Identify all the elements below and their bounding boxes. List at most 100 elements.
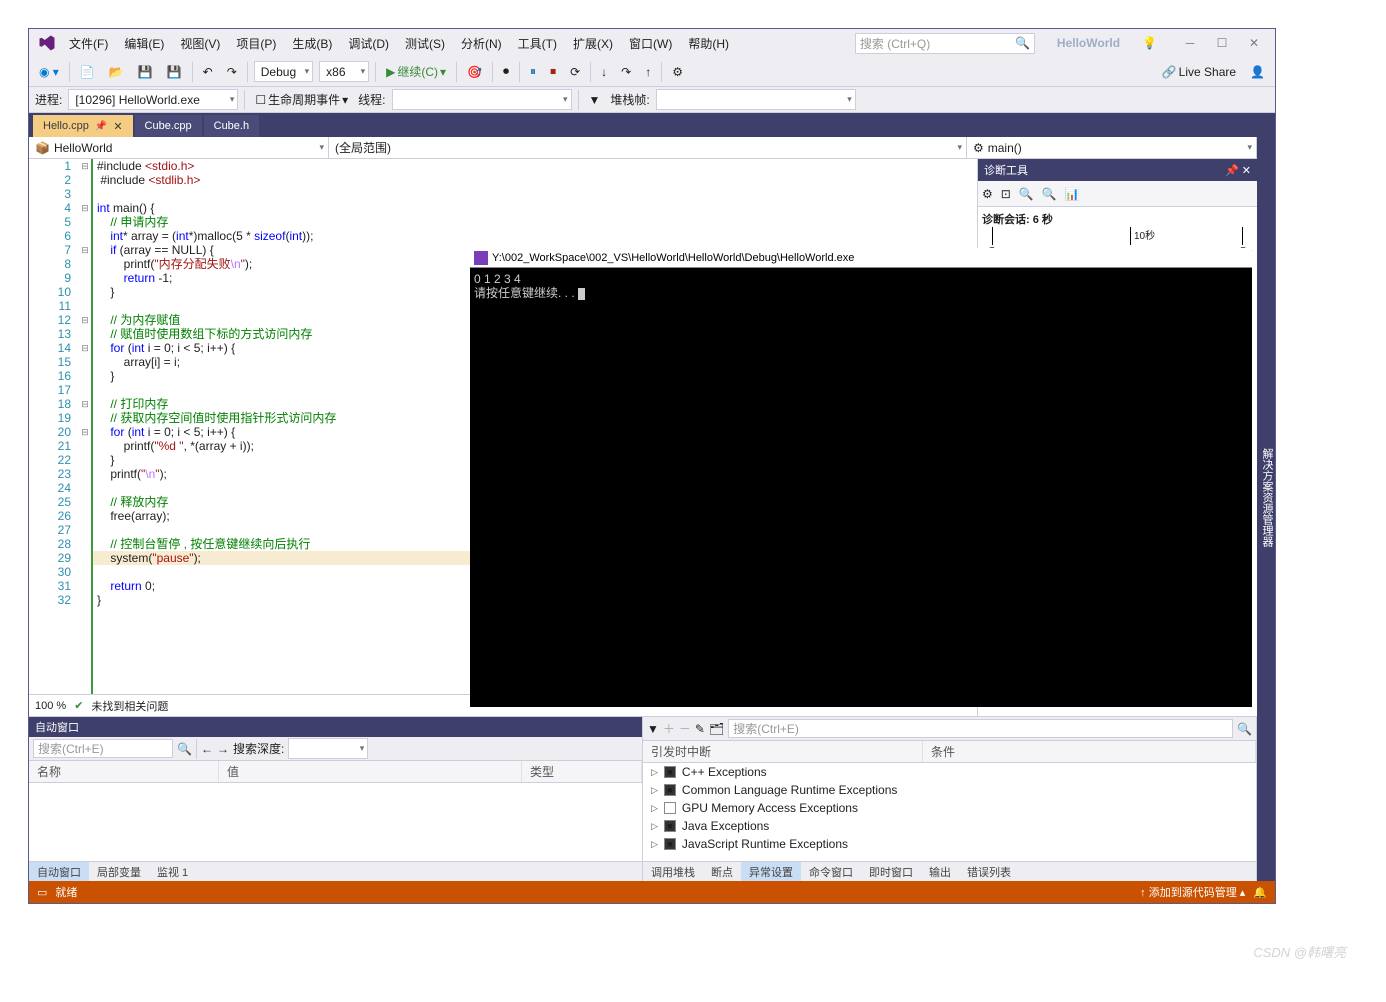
- zoom-in-icon[interactable]: 🔍: [1019, 187, 1034, 201]
- console-titlebar[interactable]: Y:\002_WorkSpace\002_VS\HelloWorld\Hello…: [470, 248, 1252, 268]
- zoom-level[interactable]: 100 %: [35, 700, 66, 712]
- filter-icon[interactable]: ▼: [647, 722, 659, 736]
- thread-dropdown[interactable]: [392, 89, 572, 110]
- zoom-out-icon[interactable]: 🔍: [1042, 187, 1057, 201]
- step-into-icon[interactable]: ↓: [597, 63, 611, 81]
- menu-item[interactable]: 工具(T): [510, 33, 565, 55]
- feedback-icon[interactable]: 💡: [1142, 36, 1157, 50]
- menu-item[interactable]: 调试(D): [340, 33, 397, 55]
- menu-item[interactable]: 项目(P): [228, 33, 284, 55]
- console-window[interactable]: Y:\002_WorkSpace\002_VS\HelloWorld\Hello…: [470, 248, 1252, 707]
- target-icon[interactable]: 🎯: [463, 63, 486, 81]
- tree-icon[interactable]: 🗂: [709, 722, 724, 736]
- panel-tab[interactable]: 监视 1: [149, 862, 196, 881]
- search-input[interactable]: 搜索 (Ctrl+Q) 🔍: [855, 33, 1035, 54]
- nav-back-icon[interactable]: ←: [201, 742, 213, 756]
- zoom-reset-icon[interactable]: ⊡: [1001, 187, 1011, 201]
- pin-icon[interactable]: 📌: [95, 121, 107, 132]
- panel-tab[interactable]: 错误列表: [959, 862, 1019, 881]
- tool-icon[interactable]: ⚙: [668, 63, 687, 81]
- new-item-icon[interactable]: 📄: [76, 63, 99, 81]
- exception-row[interactable]: ▷■Common Language Runtime Exceptions: [643, 781, 1256, 799]
- remove-icon[interactable]: －: [679, 720, 691, 737]
- source-control-button[interactable]: ↑ 添加到源代码管理 ▴: [1140, 884, 1245, 900]
- menu-item[interactable]: 文件(F): [61, 33, 116, 55]
- menu-item[interactable]: 测试(S): [397, 33, 453, 55]
- nav-fwd-icon[interactable]: →: [217, 742, 229, 756]
- panel-tab[interactable]: 断点: [703, 862, 741, 881]
- close-icon[interactable]: ✕: [113, 120, 122, 133]
- panel-tab[interactable]: 自动窗口: [29, 862, 89, 881]
- exception-row[interactable]: ▷■JavaScript Runtime Exceptions: [643, 835, 1256, 853]
- nav-back-button[interactable]: ◉ ▾: [35, 63, 63, 81]
- menu-item[interactable]: 编辑(E): [116, 33, 172, 55]
- checkbox[interactable]: [664, 802, 676, 814]
- close-button[interactable]: ✕: [1239, 33, 1269, 53]
- step-over-icon[interactable]: ↷: [617, 63, 635, 81]
- column-header[interactable]: 值: [219, 761, 522, 782]
- continue-button[interactable]: ▶ 继续(C) ▾: [382, 61, 450, 82]
- process-dropdown[interactable]: [10296] HelloWorld.exe: [68, 89, 238, 110]
- expand-icon[interactable]: ▷: [651, 785, 658, 796]
- menu-item[interactable]: 分析(N): [453, 33, 510, 55]
- stack-dropdown[interactable]: [656, 89, 856, 110]
- nav-scope-function[interactable]: ⚙ main(): [967, 137, 1257, 158]
- checkbox[interactable]: ■: [664, 766, 676, 778]
- panel-tab[interactable]: 即时窗口: [861, 862, 921, 881]
- menu-item[interactable]: 帮助(H): [680, 33, 737, 55]
- lifecycle-button[interactable]: ☐ 生命周期事件 ▾: [251, 89, 352, 110]
- menu-item[interactable]: 生成(B): [284, 33, 340, 55]
- column-header[interactable]: 名称: [29, 761, 219, 782]
- menu-item[interactable]: 扩展(X): [565, 33, 621, 55]
- save-icon[interactable]: 💾: [134, 63, 157, 81]
- maximize-button[interactable]: ☐: [1207, 33, 1237, 53]
- stop-icon[interactable]: ⏹: [546, 62, 560, 81]
- exceptions-search-input[interactable]: 搜索(Ctrl+E): [728, 719, 1233, 738]
- edit-icon[interactable]: ✎: [695, 722, 705, 736]
- depth-dropdown[interactable]: [288, 738, 368, 759]
- live-share-button[interactable]: 🔗 Live Share: [1158, 63, 1240, 81]
- search-icon[interactable]: 🔍: [1237, 722, 1252, 736]
- panel-tab[interactable]: 输出: [921, 862, 959, 881]
- step-out-icon[interactable]: ↑: [641, 63, 655, 81]
- search-icon[interactable]: 🔍: [177, 742, 192, 756]
- checkbox[interactable]: ■: [664, 838, 676, 850]
- expand-icon[interactable]: ▷: [651, 803, 658, 814]
- open-icon[interactable]: 📂: [105, 63, 128, 81]
- filter-icon[interactable]: ▼: [585, 91, 605, 109]
- undo-icon[interactable]: ↶: [199, 63, 217, 81]
- minimize-button[interactable]: ─: [1175, 33, 1205, 53]
- save-all-icon[interactable]: 💾: [163, 63, 186, 81]
- gear-icon[interactable]: ⚙: [982, 187, 993, 201]
- chart-icon[interactable]: 📊: [1065, 187, 1080, 201]
- autos-search-input[interactable]: 搜索(Ctrl+E): [33, 739, 173, 758]
- fold-gutter[interactable]: ⊟⊟⊟⊟⊟⊟⊟: [79, 159, 93, 694]
- panel-tab[interactable]: 异常设置: [741, 862, 801, 881]
- nav-scope-project[interactable]: 📦 HelloWorld: [29, 137, 329, 158]
- record-icon[interactable]: ⏺: [499, 62, 513, 81]
- config-dropdown[interactable]: Debug: [254, 61, 313, 82]
- add-icon[interactable]: ＋: [663, 720, 675, 737]
- notifications-icon[interactable]: 🔔: [1253, 886, 1267, 899]
- editor-tab[interactable]: Cube.h: [204, 115, 259, 137]
- editor-tab[interactable]: Hello.cpp 📌 ✕: [33, 115, 133, 137]
- pause-icon[interactable]: ⏸: [526, 62, 540, 81]
- checkbox[interactable]: ■: [664, 784, 676, 796]
- column-header[interactable]: 类型: [522, 761, 642, 782]
- checkbox[interactable]: ■: [664, 820, 676, 832]
- menu-item[interactable]: 窗口(W): [621, 33, 680, 55]
- close-icon[interactable]: ✕: [1242, 165, 1251, 177]
- expand-icon[interactable]: ▷: [651, 767, 658, 778]
- restart-icon[interactable]: ⟳: [566, 63, 584, 81]
- nav-scope-global[interactable]: (全局范围): [329, 137, 967, 158]
- solution-explorer-tab[interactable]: 解决方案资源管理器: [1257, 113, 1275, 881]
- editor-tab[interactable]: Cube.cpp: [135, 115, 202, 137]
- panel-tab[interactable]: 调用堆栈: [643, 862, 703, 881]
- exception-row[interactable]: ▷■Java Exceptions: [643, 817, 1256, 835]
- exception-row[interactable]: ▷GPU Memory Access Exceptions: [643, 799, 1256, 817]
- expand-icon[interactable]: ▷: [651, 821, 658, 832]
- platform-dropdown[interactable]: x86: [319, 61, 369, 82]
- redo-icon[interactable]: ↷: [223, 63, 241, 81]
- exception-row[interactable]: ▷■C++ Exceptions: [643, 763, 1256, 781]
- pin-icon[interactable]: 📌: [1225, 165, 1239, 177]
